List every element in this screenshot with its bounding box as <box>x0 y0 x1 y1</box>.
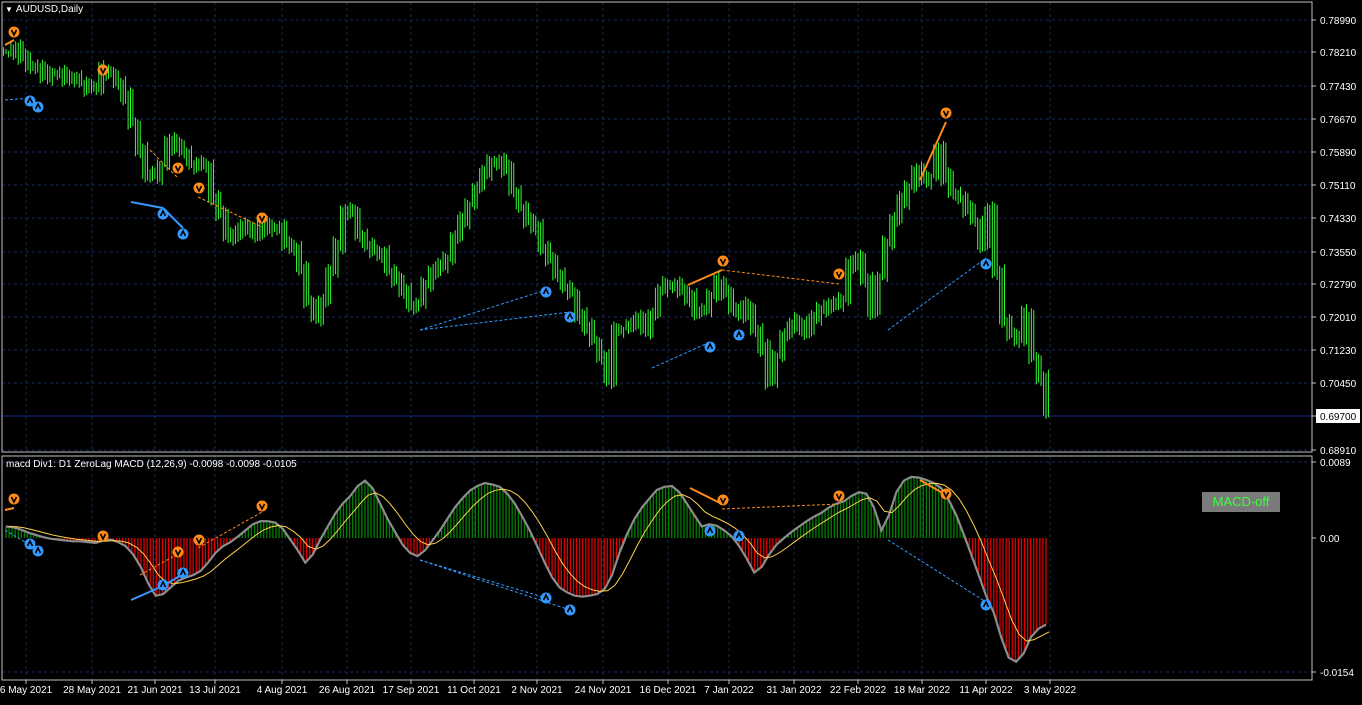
price-tick-label: 0.77430 <box>1320 82 1357 93</box>
bullish-arrow-icon <box>32 101 44 113</box>
bearish-arrow-icon <box>172 162 184 174</box>
price-tick-label: 0.70450 <box>1320 379 1357 390</box>
bullish-arrow-icon <box>540 286 552 298</box>
time-tick-label: 6 May 2021 <box>0 685 53 696</box>
bearish-arrow-icon <box>940 107 952 119</box>
bullish-arrow-icon <box>704 525 716 537</box>
bullish-divergence-line <box>887 257 987 331</box>
time-tick-label: 13 Jul 2021 <box>189 685 241 696</box>
bearish-arrow-icon <box>8 493 20 505</box>
price-tick-label: 0.74330 <box>1320 214 1357 225</box>
time-tick-label: 21 Jun 2021 <box>127 685 182 696</box>
price-axis: 0.78990 0.78210 0.77430 0.76670 0.75890 0.751… <box>1312 16 1360 457</box>
dropdown-triangle-icon[interactable]: ▼ <box>5 5 13 14</box>
symbol-title: ▼ AUDUSD,Daily <box>5 4 83 15</box>
bullish-arrow-icon <box>564 311 576 323</box>
price-tick-label: 0.68910 <box>1320 446 1357 457</box>
bearish-divergence-line <box>721 269 840 285</box>
macd-histogram <box>5 477 1047 662</box>
bullish-arrow-icon <box>540 592 552 604</box>
bullish-arrow-icon <box>733 530 745 542</box>
bullish-divergence-line <box>419 311 571 331</box>
bullish-divergence-line <box>419 289 547 331</box>
price-tick-label: 0.75110 <box>1320 181 1356 192</box>
bullish-arrow-icon <box>32 545 44 557</box>
bearish-arrow-icon <box>97 64 109 76</box>
bullish-divergence-line <box>419 559 547 599</box>
bearish-divergence-line <box>149 149 179 179</box>
time-tick-label: 28 May 2021 <box>63 685 121 696</box>
price-tick-label: 0.73550 <box>1320 248 1357 259</box>
bearish-divergence-line <box>919 121 947 181</box>
bearish-arrow-icon <box>193 534 205 546</box>
price-tick-label: 0.78990 <box>1320 16 1357 27</box>
bearish-arrow-icon <box>717 255 729 267</box>
macd-axis: 0.0089 0.00 -0.0154 <box>1312 458 1354 679</box>
price-divergence-lines <box>4 39 987 369</box>
time-tick-label: 18 Mar 2022 <box>894 685 951 696</box>
time-tick-label: 11 Apr 2022 <box>959 685 1013 696</box>
time-tick-label: 7 Jan 2022 <box>704 685 754 696</box>
time-tick-label: 26 Aug 2021 <box>319 685 376 696</box>
bullish-divergence-line <box>887 539 987 603</box>
bearish-arrow-icon <box>717 494 729 506</box>
time-tick-label: 31 Jan 2022 <box>766 685 821 696</box>
time-tick-label: 22 Feb 2022 <box>830 685 887 696</box>
bullish-divergence-line <box>130 585 164 601</box>
price-tick-label: 0.72790 <box>1320 280 1357 291</box>
price-tick-label: 0.72010 <box>1320 313 1357 324</box>
bullish-divergence-line <box>130 201 164 209</box>
time-tick-label: 11 Oct 2021 <box>447 685 501 696</box>
bearish-arrow-icon <box>256 212 268 224</box>
macd-tick-label: 0.0089 <box>1320 458 1351 469</box>
price-tick-label: 0.76670 <box>1320 115 1357 126</box>
bullish-arrow-icon <box>980 599 992 611</box>
time-tick-label: 17 Sep 2021 <box>383 685 440 696</box>
time-tick-label: 24 Nov 2021 <box>575 685 632 696</box>
time-tick-label: 16 Dec 2021 <box>640 685 697 696</box>
macd-tick-label: -0.0154 <box>1320 668 1354 679</box>
bearish-arrow-icon <box>8 26 20 38</box>
time-tick-label: 4 Aug 2021 <box>257 685 308 696</box>
bullish-arrow-icon <box>980 258 992 270</box>
bullish-arrow-icon <box>157 208 169 220</box>
bullish-arrow-icon <box>157 579 169 591</box>
price-bars <box>3 39 1049 419</box>
bearish-arrow-icon <box>172 546 184 558</box>
price-tick-label: 0.71230 <box>1320 346 1357 357</box>
bearish-arrow-icon <box>193 182 205 194</box>
chart-window[interactable]: 0.78990 0.78210 0.77430 0.76670 0.75890 0.751… <box>0 0 1362 700</box>
indicator-title: macd Div1: D1 ZeroLag MACD (12,26,9) -0.… <box>6 459 297 470</box>
price-pane-border <box>1 1 1313 453</box>
bullish-arrow-icon <box>733 329 745 341</box>
bearish-divergence-line <box>4 39 15 46</box>
bearish-divergence-line <box>197 196 263 228</box>
price-tick-label: 0.75890 <box>1320 148 1357 159</box>
bullish-divergence-line <box>651 341 711 369</box>
price-tick-label: 0.78210 <box>1320 48 1357 59</box>
bearish-arrow-icon <box>256 500 268 512</box>
bearish-divergence-line <box>721 503 840 510</box>
chart-canvas[interactable]: 0.78990 0.78210 0.77430 0.76670 0.75890 0.751… <box>0 0 1362 700</box>
bearish-divergence-line <box>4 507 15 511</box>
bearish-arrow-icon <box>940 488 952 500</box>
time-tick-label: 3 May 2022 <box>1024 685 1077 696</box>
bullish-arrow-icon <box>564 604 576 616</box>
bullish-arrow-icon <box>177 228 189 240</box>
time-tick-label: 2 Nov 2021 <box>511 685 563 696</box>
bullish-arrow-icon <box>704 341 716 353</box>
price-tick-label: 0.69700 <box>1320 412 1357 423</box>
macd-off-button[interactable]: MACD-off <box>1202 492 1280 512</box>
price-divergence-arrows <box>8 26 992 353</box>
macd-tick-label: 0.00 <box>1320 534 1340 545</box>
bearish-arrow-icon <box>833 490 845 502</box>
bullish-arrow-icon <box>177 567 189 579</box>
bearish-arrow-icon <box>833 268 845 280</box>
time-axis: 6 May 2021 28 May 2021 21 Jun 2021 13 Jul 2… <box>0 680 1077 696</box>
price-pane-frame <box>1 1 1313 453</box>
bearish-arrow-icon <box>97 530 109 542</box>
symbol-label: AUDUSD,Daily <box>15 4 84 15</box>
